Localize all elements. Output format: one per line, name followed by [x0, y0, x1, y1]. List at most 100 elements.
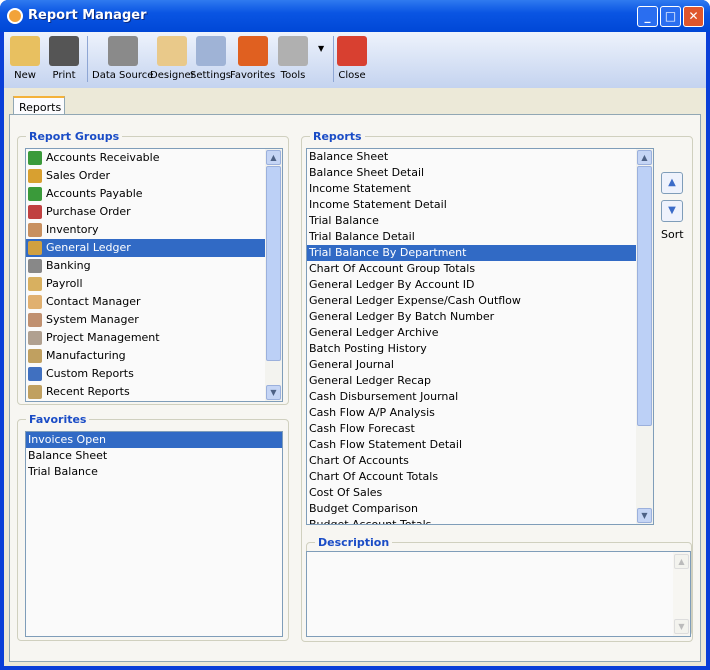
- favorite-item[interactable]: Invoices Open: [26, 432, 282, 448]
- report-group-item[interactable]: Contact Manager: [26, 293, 282, 311]
- report-item[interactable]: Chart Of Account Group Totals: [307, 261, 653, 277]
- favorite-item[interactable]: Trial Balance: [26, 464, 282, 480]
- report-group-label: Recent Reports: [46, 385, 130, 398]
- report-group-label: Contact Manager: [46, 295, 141, 308]
- report-item[interactable]: General Ledger By Account ID: [307, 277, 653, 293]
- report-item[interactable]: Cash Flow Forecast: [307, 421, 653, 437]
- tools-dropdown-arrow-icon[interactable]: ▼: [318, 44, 324, 53]
- toolbar-new-button[interactable]: New: [10, 36, 40, 81]
- client-area: New Print Data Source Designer Settings Favor…: [4, 32, 706, 666]
- report-group-item[interactable]: Recent Reports: [26, 383, 282, 401]
- scroll-up-button[interactable]: ▲: [266, 150, 281, 165]
- toolbar-tools-button[interactable]: Tools: [278, 36, 308, 81]
- toolbar-print-button[interactable]: Print: [49, 36, 79, 81]
- scroll-thumb[interactable]: [266, 166, 281, 361]
- report-item[interactable]: Cash Disbursement Journal: [307, 389, 653, 405]
- report-item[interactable]: Cash Flow Statement Detail: [307, 437, 653, 453]
- scroll-down-button[interactable]: ▼: [637, 508, 652, 523]
- report-group-item[interactable]: Project Management: [26, 329, 282, 347]
- sort-label: Sort: [661, 228, 684, 241]
- report-group-item[interactable]: Inventory: [26, 221, 282, 239]
- report-group-item[interactable]: Sales Order: [26, 167, 282, 185]
- report-group-icon: [28, 385, 42, 399]
- favorites-list[interactable]: Invoices Open Balance Sheet Trial Balance: [25, 431, 283, 637]
- report-group-item[interactable]: Manufacturing: [26, 347, 282, 365]
- toolbar-close-button[interactable]: Close: [337, 36, 367, 81]
- close-window-button[interactable]: ✕: [683, 6, 704, 27]
- report-group-icon: [28, 349, 42, 363]
- scrollbar[interactable]: ▲ ▼: [673, 552, 690, 636]
- report-item[interactable]: General Ledger Archive: [307, 325, 653, 341]
- scroll-up-button[interactable]: ▲: [637, 150, 652, 165]
- report-item[interactable]: Budget Comparison: [307, 501, 653, 517]
- toolbar-data-source-button[interactable]: Data Source: [92, 36, 153, 81]
- report-group-label: Accounts Receivable: [46, 151, 160, 164]
- toolbar-label: New: [14, 70, 36, 81]
- tab-reports[interactable]: Reports: [13, 96, 65, 116]
- toolbar-designer-button[interactable]: Designer: [150, 36, 195, 81]
- report-item[interactable]: Batch Posting History: [307, 341, 653, 357]
- maximize-button[interactable]: □: [660, 6, 681, 27]
- report-item[interactable]: Income Statement Detail: [307, 197, 653, 213]
- report-group-item[interactable]: Accounts Receivable: [26, 149, 282, 167]
- report-group-icon: [28, 367, 42, 381]
- description-box[interactable]: ▲ ▼: [306, 551, 691, 637]
- report-group-icon: [28, 295, 42, 309]
- toolbar-label: Designer: [150, 70, 195, 81]
- title-bar[interactable]: Report Manager _ □ ✕: [0, 0, 710, 32]
- report-item[interactable]: General Ledger Expense/Cash Outflow: [307, 293, 653, 309]
- report-item[interactable]: Cash Flow A/P Analysis: [307, 405, 653, 421]
- favorites-icon: [237, 36, 268, 66]
- toolbar: New Print Data Source Designer Settings Favor…: [4, 32, 706, 88]
- report-group-item[interactable]: Custom Reports: [26, 365, 282, 383]
- report-group-item[interactable]: Banking: [26, 257, 282, 275]
- report-item[interactable]: Trial Balance: [307, 213, 653, 229]
- report-group-item[interactable]: Accounts Payable: [26, 185, 282, 203]
- report-item[interactable]: Cost Of Sales: [307, 485, 653, 501]
- scroll-thumb[interactable]: [637, 166, 652, 426]
- report-group-icon: [28, 259, 42, 273]
- report-groups-list[interactable]: Accounts Receivable Sales Order Accounts P…: [25, 148, 283, 402]
- report-item[interactable]: Budget Account Totals: [307, 517, 653, 524]
- toolbar-label: Tools: [280, 70, 306, 81]
- report-item[interactable]: Trial Balance Detail: [307, 229, 653, 245]
- scrollbar[interactable]: ▲ ▼: [636, 149, 653, 524]
- report-group-label: Manufacturing: [46, 349, 126, 362]
- sort-down-button[interactable]: ▼: [661, 200, 683, 222]
- toolbar-label: Data Source: [92, 70, 154, 81]
- report-manager-window: Report Manager _ □ ✕ New Print Data Source…: [0, 0, 710, 670]
- database-icon: [107, 36, 138, 66]
- report-group-item[interactable]: Payroll: [26, 275, 282, 293]
- report-item[interactable]: Income Statement: [307, 181, 653, 197]
- scroll-down-button[interactable]: ▼: [674, 619, 689, 634]
- toolbar-favorites-button[interactable]: Favorites: [230, 36, 275, 81]
- scroll-down-button[interactable]: ▼: [266, 385, 281, 400]
- report-group-icon: [28, 277, 42, 291]
- sort-up-button[interactable]: ▲: [661, 172, 683, 194]
- report-item[interactable]: Trial Balance By Department: [307, 245, 653, 261]
- favorites-title: Favorites: [29, 413, 87, 426]
- favorite-item[interactable]: Balance Sheet: [26, 448, 282, 464]
- tools-icon: [278, 36, 308, 66]
- report-item[interactable]: Chart Of Accounts: [307, 453, 653, 469]
- report-group-item[interactable]: Purchase Order: [26, 203, 282, 221]
- scroll-up-button[interactable]: ▲: [674, 554, 689, 569]
- report-item[interactable]: Balance Sheet: [307, 149, 653, 165]
- report-group-icon: [28, 205, 42, 219]
- report-group-item[interactable]: General Ledger: [26, 239, 282, 257]
- report-item[interactable]: Balance Sheet Detail: [307, 165, 653, 181]
- scrollbar[interactable]: ▲ ▼: [265, 149, 282, 401]
- toolbar-settings-button[interactable]: Settings: [190, 36, 231, 81]
- report-item[interactable]: General Ledger Recap: [307, 373, 653, 389]
- report-item[interactable]: Chart Of Account Totals: [307, 469, 653, 485]
- report-group-label: Custom Reports: [46, 367, 134, 380]
- report-group-item[interactable]: System Manager: [26, 311, 282, 329]
- toolbar-label: Settings: [190, 70, 232, 81]
- new-report-icon: [10, 36, 40, 66]
- report-item[interactable]: General Journal: [307, 357, 653, 373]
- report-group-label: Inventory: [46, 223, 99, 236]
- report-item[interactable]: General Ledger By Batch Number: [307, 309, 653, 325]
- minimize-button[interactable]: _: [637, 6, 658, 27]
- report-group-label: Banking: [46, 259, 91, 272]
- reports-list[interactable]: Balance Sheet Balance Sheet Detail Income …: [306, 148, 654, 525]
